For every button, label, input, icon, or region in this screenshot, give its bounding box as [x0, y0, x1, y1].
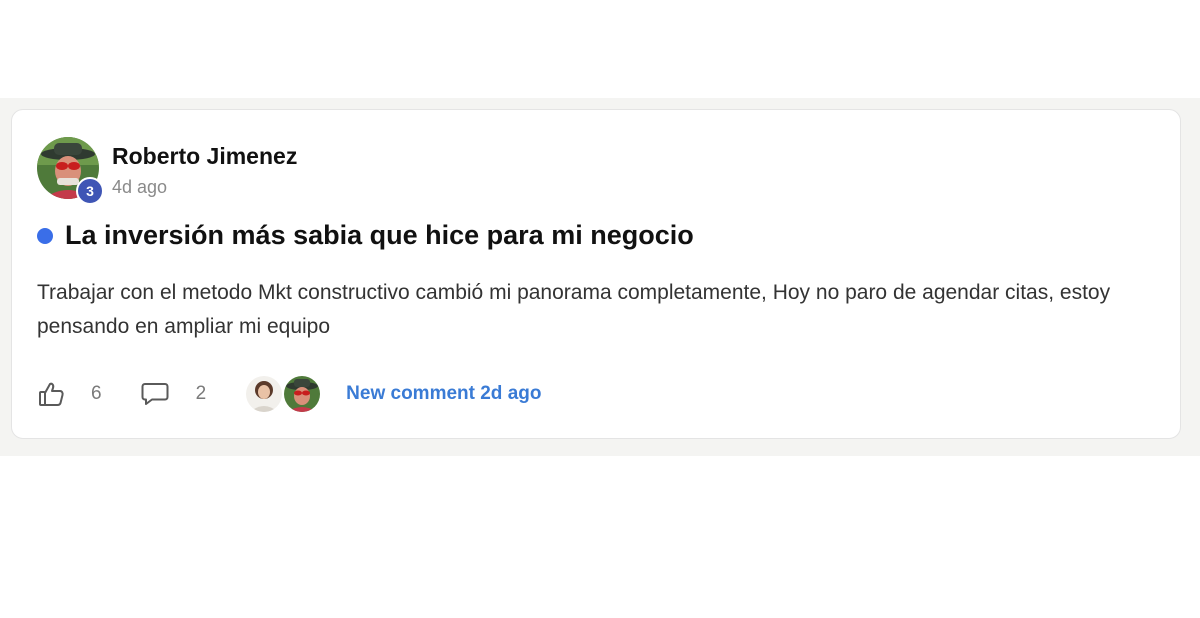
author-avatar-container[interactable]: 3 — [37, 137, 104, 205]
commenter-avatar-2[interactable] — [284, 376, 321, 412]
comment-count: 2 — [195, 383, 207, 404]
comment-icon — [141, 383, 169, 405]
last-comment-link[interactable]: New comment 2d ago — [346, 383, 541, 405]
level-badge: 3 — [76, 177, 104, 205]
thumbs-up-icon — [39, 382, 64, 406]
like-button[interactable]: 6 — [37, 380, 102, 408]
unread-indicator — [37, 227, 53, 244]
commenter-avatars[interactable] — [246, 376, 322, 412]
post-card[interactable]: 3 Roberto Jimenez 4d ago La inversión má… — [11, 109, 1181, 439]
like-count: 6 — [91, 383, 102, 404]
post-title[interactable]: La inversión más sabia que hice para mi … — [65, 220, 694, 251]
post-body: Trabajar con el metodo Mkt constructivo … — [37, 281, 1111, 338]
author-name[interactable]: Roberto Jimenez — [112, 143, 297, 170]
comment-button[interactable]: 2 — [140, 380, 207, 408]
post-timestamp: 4d ago — [112, 177, 168, 197]
post-title-row[interactable]: La inversión más sabia que hice para mi … — [37, 220, 694, 251]
commenter-avatar-1[interactable] — [246, 376, 283, 412]
post-footer: 6 2 New comment 2d ago — [37, 374, 541, 414]
